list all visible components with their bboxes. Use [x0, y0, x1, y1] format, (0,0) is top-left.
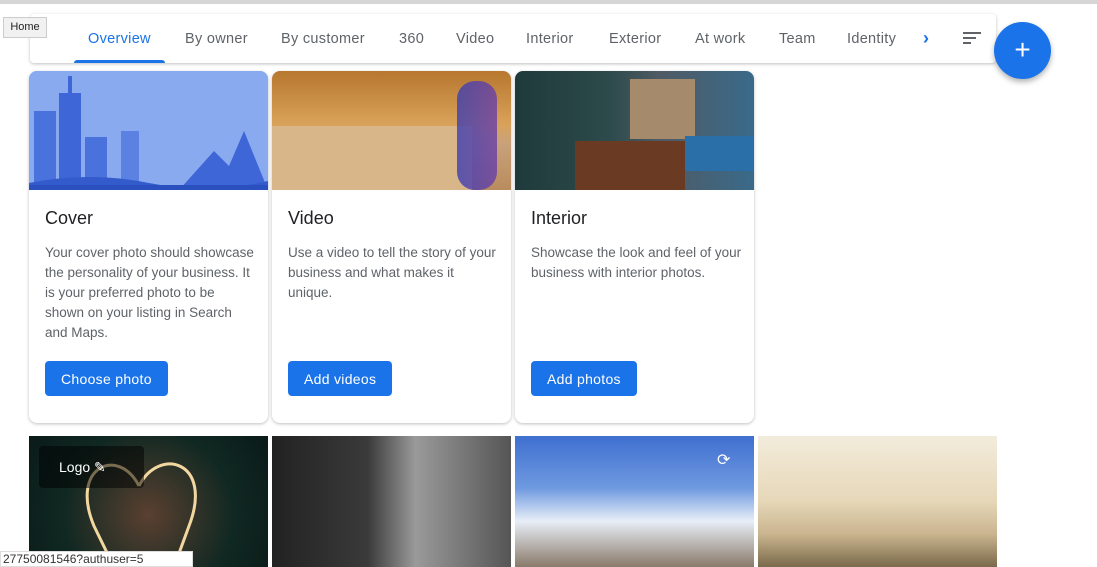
- video-thumbnail: [272, 71, 511, 190]
- browser-edge: [0, 0, 1097, 4]
- home-tooltip: Home: [3, 17, 47, 38]
- 360-photo[interactable]: ⟳: [515, 436, 754, 567]
- card-title: Interior: [531, 208, 588, 228]
- tab-bar: Overview By owner By customer 360 Video …: [30, 14, 996, 63]
- tab-exterior[interactable]: Exterior: [609, 14, 661, 63]
- choose-photo-button[interactable]: Choose photo: [45, 361, 168, 396]
- card-title: Video: [288, 208, 334, 228]
- logo-photo[interactable]: Logo ✎: [29, 436, 268, 567]
- add-fab-button[interactable]: +: [994, 22, 1051, 79]
- logo-label: Logo: [59, 459, 91, 475]
- team-photo[interactable]: [272, 436, 511, 567]
- card-title: Cover: [45, 208, 94, 228]
- tab-360[interactable]: 360: [399, 14, 424, 63]
- plus-icon: +: [1014, 34, 1031, 65]
- video-card: Video Use a video to tell the story of y…: [272, 71, 511, 423]
- sort-icon[interactable]: [963, 32, 981, 47]
- exterior-photo[interactable]: [758, 436, 997, 567]
- 360-icon: ⟳: [717, 452, 731, 469]
- interior-thumbnail: [515, 71, 754, 190]
- card-description: Your cover photo should showcase the per…: [45, 245, 254, 340]
- tab-interior[interactable]: Interior: [526, 14, 574, 63]
- cover-illustration: [29, 71, 268, 190]
- cover-card: Cover Your cover photo should showcase t…: [29, 71, 268, 423]
- tab-video[interactable]: Video: [456, 14, 494, 63]
- tab-identity[interactable]: Identity: [847, 14, 896, 63]
- tab-at-work[interactable]: At work: [695, 14, 745, 63]
- interior-card: Interior Showcase the look and feel of y…: [515, 71, 754, 423]
- card-description: Showcase the look and feel of your busin…: [531, 245, 742, 280]
- tab-by-owner[interactable]: By owner: [185, 14, 248, 63]
- card-description: Use a video to tell the story of your bu…: [288, 245, 496, 300]
- edit-pencil-icon[interactable]: ✎: [94, 459, 106, 475]
- chevron-right-icon[interactable]: ›: [923, 28, 929, 49]
- tab-overview[interactable]: Overview: [74, 14, 165, 63]
- add-photos-button[interactable]: Add photos: [531, 361, 637, 396]
- status-url: 27750081546?authuser=5: [0, 551, 193, 567]
- logo-label-chip[interactable]: Logo ✎: [39, 446, 144, 488]
- tab-by-customer[interactable]: By customer: [281, 14, 365, 63]
- add-videos-button[interactable]: Add videos: [288, 361, 393, 396]
- tab-team[interactable]: Team: [779, 14, 816, 63]
